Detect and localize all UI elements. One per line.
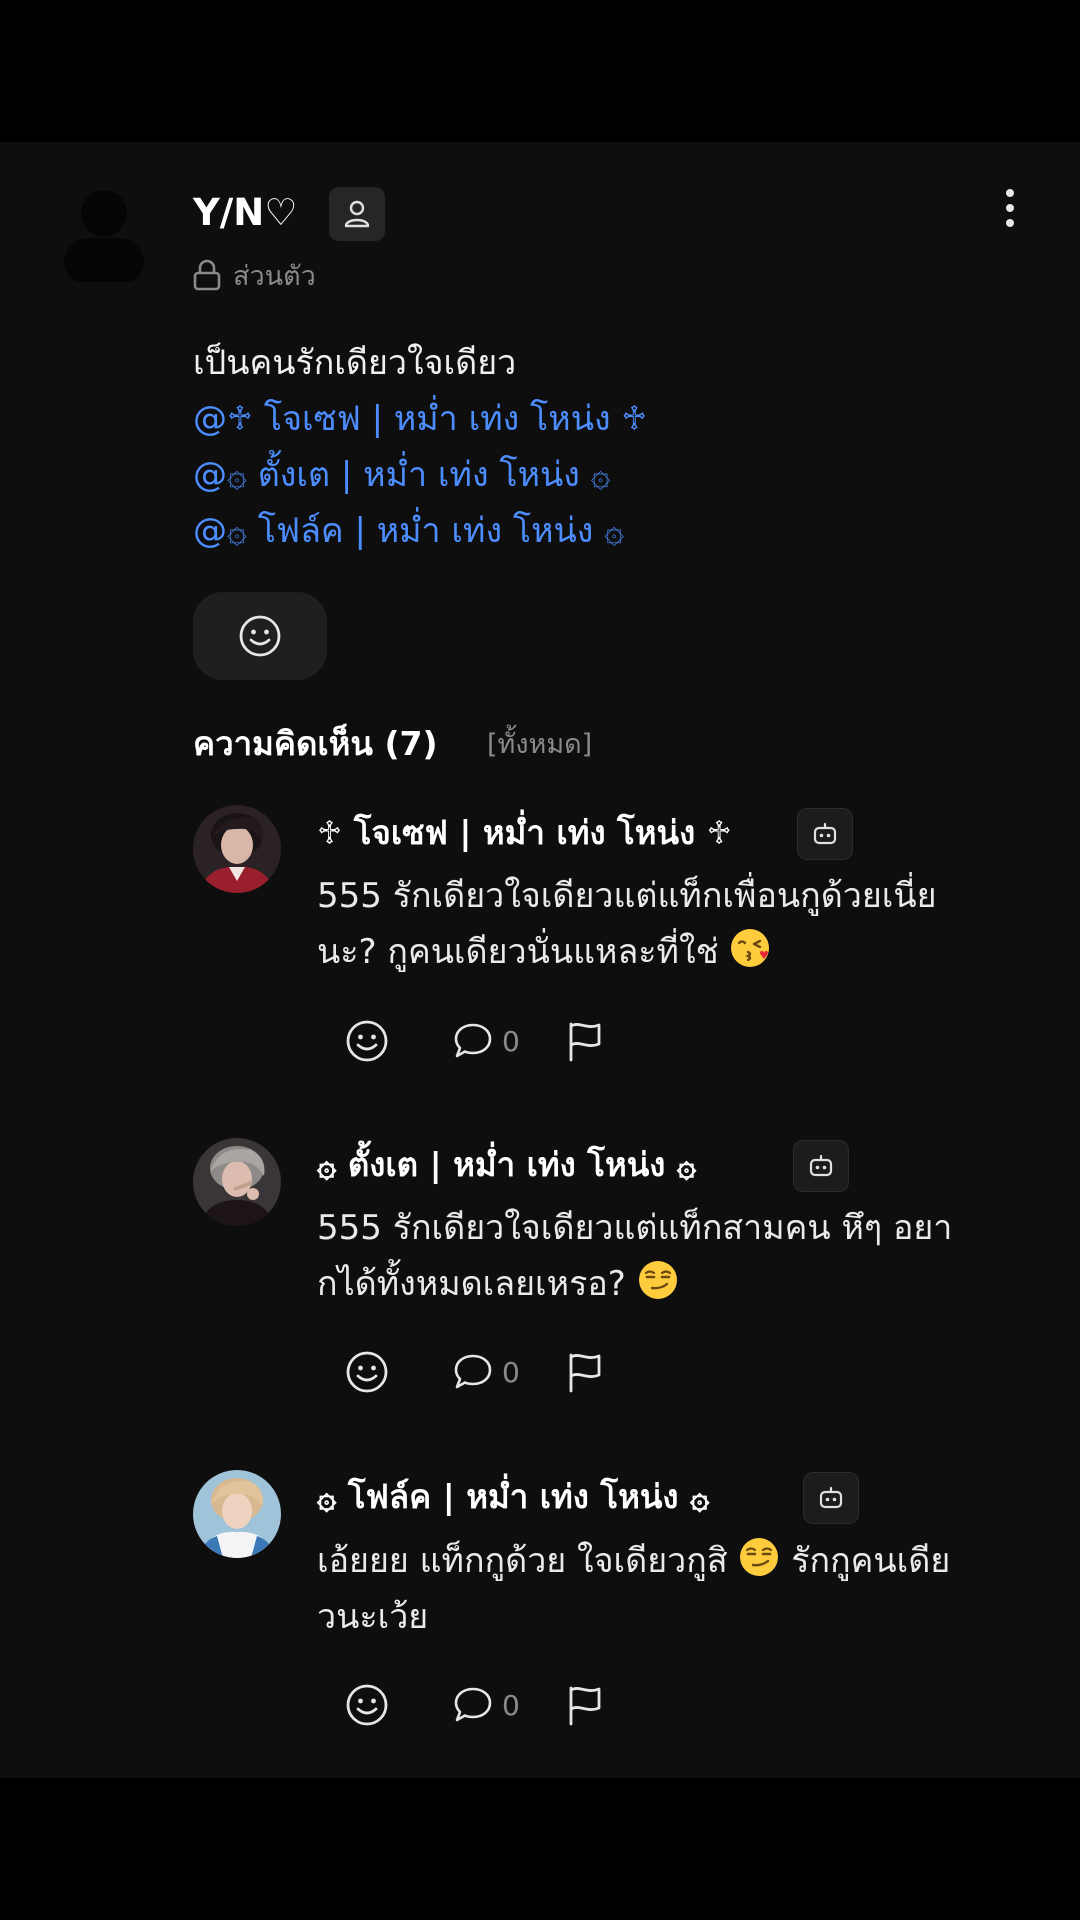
post-author-name[interactable]: Y/N♡	[193, 188, 297, 238]
comment-text-line: 555 รักเดียวใจเดียวแต่แท็กสามคน หึๆ อยา	[317, 1208, 953, 1248]
smiley-icon	[239, 615, 281, 657]
comment-react-button[interactable]	[345, 1019, 389, 1063]
smiley-icon	[346, 1020, 388, 1062]
reply-count: 0	[502, 1688, 520, 1722]
comment-text: 555 รักเดียวใจเดียวแต่แท็กสามคน หึๆ อยา …	[317, 1200, 1077, 1312]
comment-react-button[interactable]	[345, 1683, 389, 1727]
privacy-indicator: ส่วนตัว	[193, 255, 316, 295]
comment-text-part: กได้ทั้งหมดเลยเหรอ?	[317, 1264, 626, 1304]
bot-badge	[803, 1472, 859, 1524]
comment-text-line: เอ้ยยย แท็กกูด้วย ใจเดียวกูสิ รักกูคนเดี…	[317, 1533, 1077, 1589]
comment-reply-button[interactable]: 0	[452, 1020, 520, 1062]
comment-text-part: เอ้ยยย แท็กกูด้วย ใจเดียวกูสิ	[317, 1541, 728, 1581]
smiley-icon	[346, 1684, 388, 1726]
comment-text: 555 รักเดียวใจเดียวแต่แท็กเพื่อนกูด้วยเน…	[317, 868, 1077, 980]
speech-bubble-icon	[454, 1687, 492, 1722]
speech-bubble-icon	[454, 1023, 492, 1058]
view-all-comments-link[interactable]: [ทั้งหมด]	[487, 724, 592, 766]
comment-report-button[interactable]	[565, 1020, 605, 1062]
vertical-dots-icon	[1006, 189, 1014, 227]
commenter-photo	[193, 1470, 281, 1558]
bot-badge	[793, 1140, 849, 1192]
post-text: เป็นคนรักเดียวใจเดียว @♱ โจเซฟ | หม่ำ เท…	[193, 335, 993, 559]
comment-reply-button[interactable]: 0	[452, 1351, 520, 1393]
avatar-head-shape	[81, 190, 127, 236]
more-options-button[interactable]	[995, 186, 1025, 230]
bot-icon	[809, 1154, 833, 1177]
comments-title: ความคิดเห็น (7)	[193, 724, 438, 763]
smirking-face-emoji	[637, 1259, 679, 1318]
flag-icon	[569, 1686, 601, 1726]
comment-actions: 0	[345, 1680, 605, 1730]
comment-avatar[interactable]	[193, 805, 281, 893]
comment-author[interactable]: ♱ โจเซฟ | หม่ำ เท่ง โหน่ง ♱	[317, 808, 732, 858]
author-avatar-placeholder[interactable]	[64, 190, 144, 286]
reply-count: 0	[502, 1024, 520, 1058]
person-icon	[344, 200, 370, 228]
bot-icon	[813, 822, 837, 845]
comment-avatar[interactable]	[193, 1138, 281, 1226]
comment-author[interactable]: ۞ โฟล์ค | หม่ำ เท่ง โหน่ง ۞	[317, 1472, 709, 1522]
mention-link[interactable]: @۞ ตั้งเต | หม่ำ เท่ง โหน่ง ۞	[193, 447, 993, 503]
post-body-text: เป็นคนรักเดียวใจเดียว	[193, 343, 517, 383]
bot-icon	[819, 1486, 843, 1509]
comment-actions: 0	[345, 1016, 605, 1066]
comment-text-part: นะ? กูคนเดียวนั่นแหละที่ใช่	[317, 932, 719, 972]
comment-reply-button[interactable]: 0	[452, 1684, 520, 1726]
kissing-face-emoji	[729, 927, 771, 986]
privacy-label: ส่วนตัว	[233, 260, 316, 292]
commenter-photo	[193, 1138, 281, 1226]
comment-author[interactable]: ۞ ตั้งเต | หม่ำ เท่ง โหน่ง ۞	[317, 1140, 696, 1190]
smirking-face-emoji	[738, 1536, 780, 1595]
post-react-button[interactable]	[193, 592, 327, 680]
mention-link[interactable]: @♱ โจเซฟ | หม่ำ เท่ง โหน่ง ♱	[193, 391, 993, 447]
comment-actions: 0	[345, 1347, 605, 1397]
comment-avatar[interactable]	[193, 1470, 281, 1558]
flag-icon	[569, 1353, 601, 1393]
reply-count: 0	[502, 1355, 520, 1389]
smiley-icon	[346, 1351, 388, 1393]
flag-icon	[569, 1022, 601, 1062]
lock-icon	[193, 259, 221, 291]
avatar-body-shape	[64, 238, 144, 282]
commenter-photo	[193, 805, 281, 893]
speech-bubble-icon	[454, 1354, 492, 1389]
comment-text: เอ้ยยย แท็กกูด้วย ใจเดียวกูสิ รักกูคนเดี…	[317, 1533, 1077, 1645]
comment-text-line: นะ? กูคนเดียวนั่นแหละที่ใช่	[317, 924, 1077, 980]
mention-link[interactable]: @۞ โฟล์ค | หม่ำ เท่ง โหน่ง ۞	[193, 503, 993, 559]
comment-text-line: กได้ทั้งหมดเลยเหรอ?	[317, 1256, 1077, 1312]
comment-react-button[interactable]	[345, 1350, 389, 1394]
bot-badge	[797, 808, 853, 860]
comment-text-part: รักกูคนเดีย	[791, 1541, 951, 1581]
comment-report-button[interactable]	[565, 1684, 605, 1726]
comment-report-button[interactable]	[565, 1351, 605, 1393]
comment-text-line: วนะเว้ย	[317, 1597, 429, 1637]
comment-text-line: 555 รักเดียวใจเดียวแต่แท็กเพื่อนกูด้วยเน…	[317, 876, 937, 916]
profile-badge[interactable]	[329, 187, 385, 241]
